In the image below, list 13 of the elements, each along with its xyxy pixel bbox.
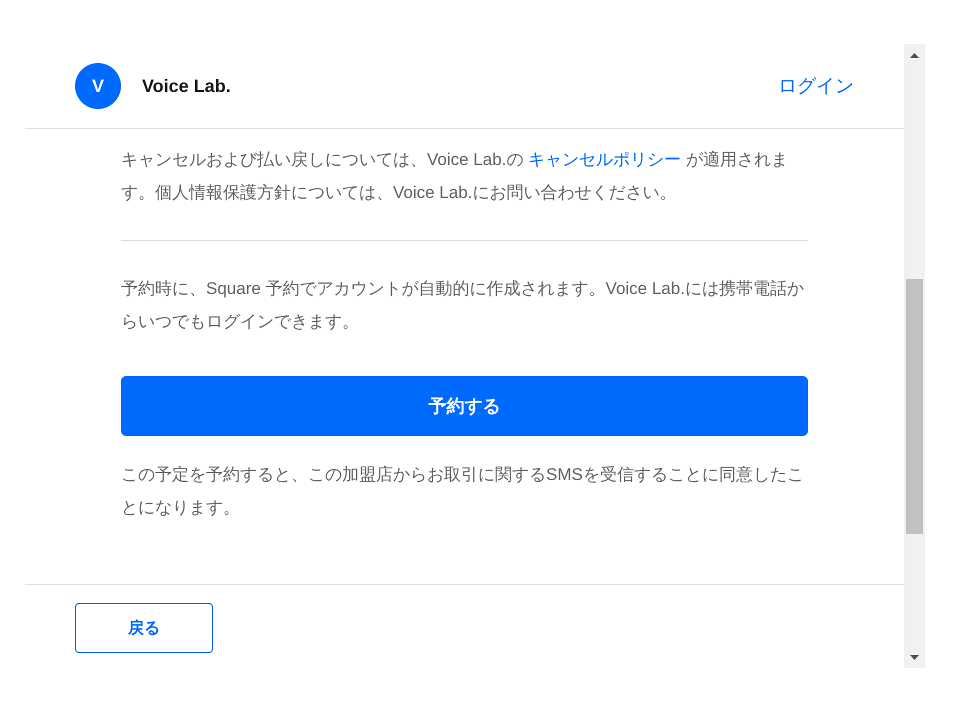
scroll-down-icon[interactable] [910, 655, 919, 660]
avatar: V [75, 63, 121, 109]
scroll-thumb[interactable] [906, 279, 923, 534]
business-name: Voice Lab. [142, 76, 231, 96]
login-link[interactable]: ログイン [778, 73, 854, 99]
scroll-up-icon[interactable] [910, 53, 919, 58]
cancel-policy-link[interactable]: キャンセルポリシー [528, 150, 682, 169]
book-button[interactable]: 予約する [121, 376, 808, 436]
account-note: 予約時に、Square 予約でアカウントが自動的に作成されます。Voice Lab.には携帯電話からいつでもログインできます。 [121, 278, 805, 333]
policy-text: キャンセルおよび払い戻しについては、Voice Lab.の キャンセルポリシー が適用されます。個人情報保護方針については、Voice Lab.にお問い合わせください。 [121, 149, 789, 204]
sms-note: この予定を予約すると、この加盟店からお取引に関するSMSを受信することに同意したことになります。 [121, 464, 805, 519]
back-button[interactable]: 戻る [75, 603, 213, 653]
scrollbar[interactable] [904, 44, 925, 668]
